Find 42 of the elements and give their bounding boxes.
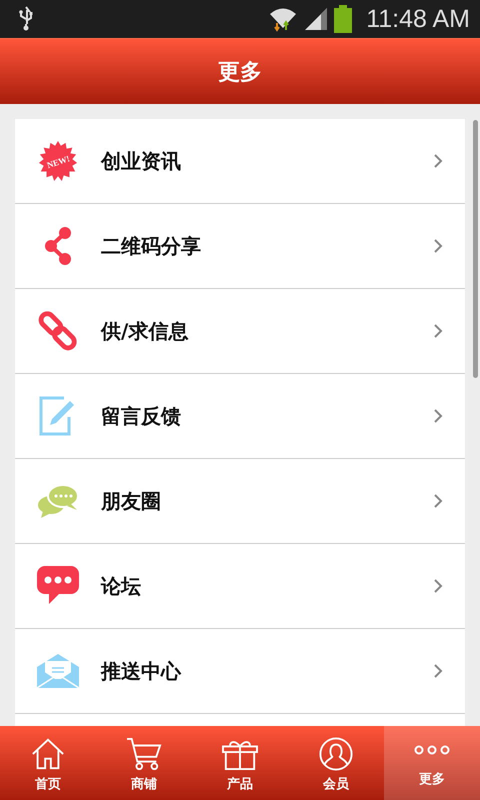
chevron-right-icon xyxy=(433,663,443,679)
chain-link-icon xyxy=(37,310,79,352)
chevron-right-icon xyxy=(433,578,443,594)
menu-item[interactable]: 供/求信息 xyxy=(15,289,465,374)
chevron-right-icon xyxy=(433,408,443,424)
usb-icon xyxy=(19,6,33,32)
nav-tab[interactable]: 会员 xyxy=(288,726,384,800)
menu-label: 供/求信息 xyxy=(101,318,190,344)
nav-tab[interactable]: 产品 xyxy=(192,726,288,800)
user-icon xyxy=(319,737,353,771)
menu-item[interactable]: 留言反馈 xyxy=(15,374,465,459)
wifi-icon xyxy=(268,6,298,32)
menu-item[interactable]: 二维码分享 xyxy=(15,204,465,289)
status-time: 11:48 AM xyxy=(366,4,470,34)
more-icon xyxy=(414,744,450,756)
nav-tab[interactable]: 更多 xyxy=(384,726,480,800)
cart-icon xyxy=(125,737,163,771)
page-title: 更多 xyxy=(218,58,262,86)
envelope-icon xyxy=(36,653,80,689)
share-icon xyxy=(43,226,73,266)
chevron-right-icon xyxy=(433,493,443,509)
chevron-right-icon xyxy=(433,153,443,169)
chevron-right-icon xyxy=(433,323,443,339)
menu-item[interactable]: 论坛 xyxy=(15,544,465,629)
chevron-right-icon xyxy=(433,238,443,254)
nav-tab[interactable]: 首页 xyxy=(0,726,96,800)
menu-item[interactable]: 朋友圈 xyxy=(15,459,465,544)
battery-icon xyxy=(334,5,352,33)
menu-item[interactable]: NEW! 创业资讯 xyxy=(15,119,465,204)
new-badge-icon: NEW! xyxy=(37,140,79,182)
menu-label: 推送中心 xyxy=(101,658,182,684)
menu-label: 二维码分享 xyxy=(101,232,202,260)
home-icon xyxy=(31,737,65,771)
speech-bubble-icon xyxy=(37,566,79,606)
menu-item[interactable]: 推送中心 xyxy=(15,629,465,714)
menu-label: 留言反馈 xyxy=(101,402,182,430)
signal-icon xyxy=(304,7,328,31)
chat-bubbles-icon xyxy=(37,483,79,519)
menu-label: 创业资讯 xyxy=(101,148,182,174)
menu-label: 朋友圈 xyxy=(101,488,162,514)
menu-label: 论坛 xyxy=(101,572,142,600)
nav-tab[interactable]: 商铺 xyxy=(96,726,192,800)
